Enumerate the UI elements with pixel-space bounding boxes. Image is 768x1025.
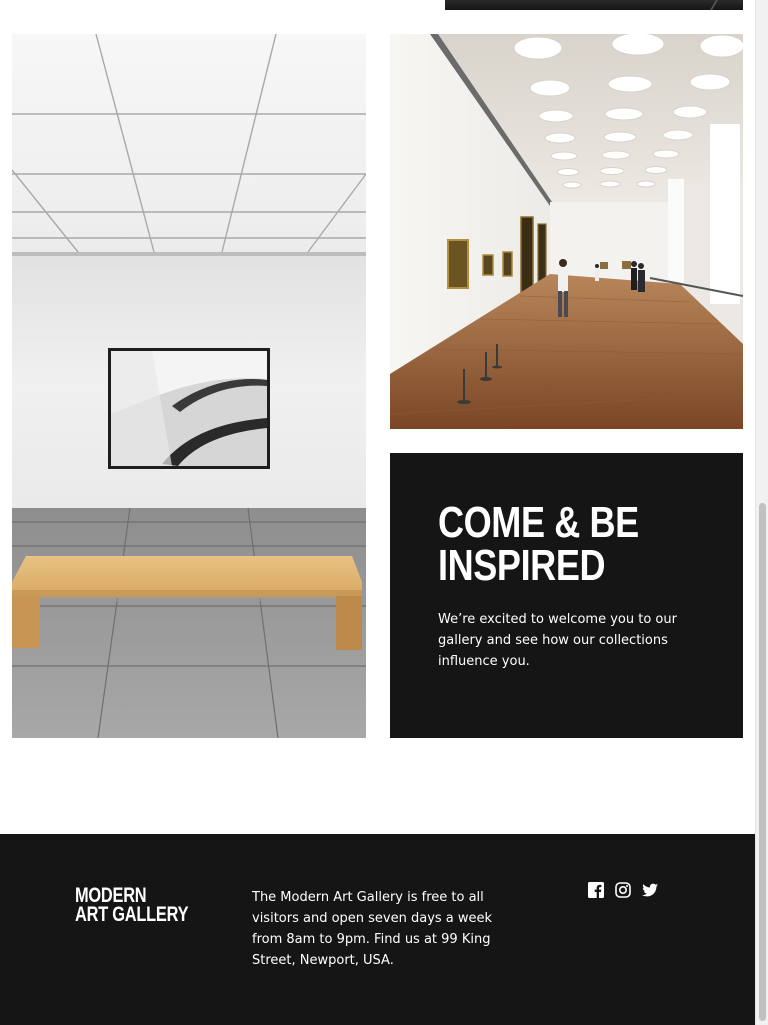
facebook-icon[interactable] (588, 882, 604, 898)
logo-line2: ART GALLERY (75, 903, 189, 926)
footer-info: The Modern Art Gallery is free to all vi… (252, 890, 493, 968)
inspired-callout: COME & BE INSPIRED We’re excited to welc… (390, 453, 743, 738)
callout-title-line2: INSPIRED (438, 541, 606, 590)
page: COME & BE INSPIRED We’re excited to welc… (0, 0, 768, 1025)
callout-body: We’re excited to welcome you to our gall… (438, 612, 677, 669)
social-links (588, 882, 658, 898)
scrollbar-thumb[interactable] (759, 503, 766, 1021)
page-scrollbar[interactable] (755, 0, 768, 1025)
instagram-icon[interactable] (615, 882, 631, 898)
footer: MODERN ART GALLERY The Modern Art Galler… (0, 834, 755, 1025)
gallery-hall-image (390, 34, 743, 429)
cropped-image-top (445, 0, 743, 10)
footer-logo[interactable]: MODERN ART GALLERY (75, 885, 189, 926)
callout-title-line1: COME & BE (438, 498, 639, 547)
gallery-bench-image (12, 34, 366, 738)
twitter-icon[interactable] (642, 882, 658, 898)
callout-title: COME & BE INSPIRED (438, 498, 651, 590)
